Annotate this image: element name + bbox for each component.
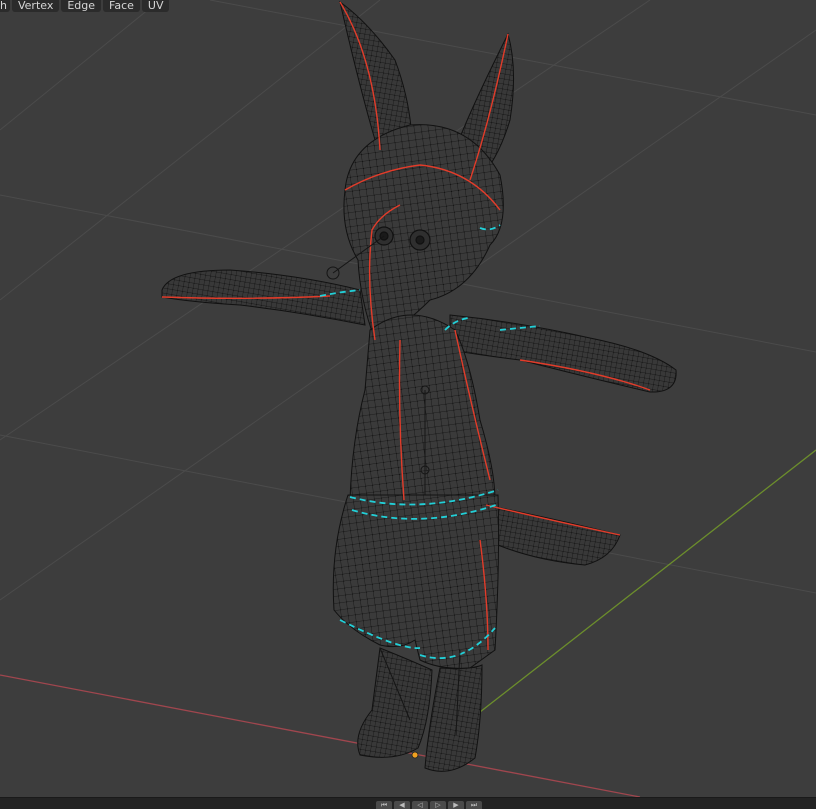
grid-line — [0, 0, 651, 441]
shorts-mesh — [332, 494, 500, 669]
header-menu-bar: h Vertex Edge Face UV — [0, 0, 170, 12]
character-mesh — [161, 0, 677, 772]
tail-mesh — [485, 504, 621, 566]
viewport-scene[interactable] — [0, 0, 816, 797]
uv-menu[interactable]: UV — [141, 0, 170, 12]
right-leg-mesh — [424, 664, 483, 772]
vertex-menu[interactable]: Vertex — [11, 0, 60, 12]
x-axis-line — [0, 674, 641, 797]
grid-line — [0, 0, 381, 301]
left-leg-mesh — [357, 647, 433, 758]
edge-menu[interactable]: Edge — [61, 0, 102, 12]
y-axis-line — [479, 449, 816, 713]
timeline-header: ⏮ ◀ ◁ ▷ ▶ ⏭ — [0, 797, 816, 809]
grid-line — [0, 0, 161, 131]
face-menu[interactable]: Face — [103, 0, 140, 12]
right-arm-mesh — [449, 314, 677, 393]
mesh-menu[interactable]: h — [0, 0, 10, 12]
object-origin — [411, 751, 419, 759]
3d-viewport[interactable]: h Vertex Edge Face UV — [0, 0, 816, 797]
